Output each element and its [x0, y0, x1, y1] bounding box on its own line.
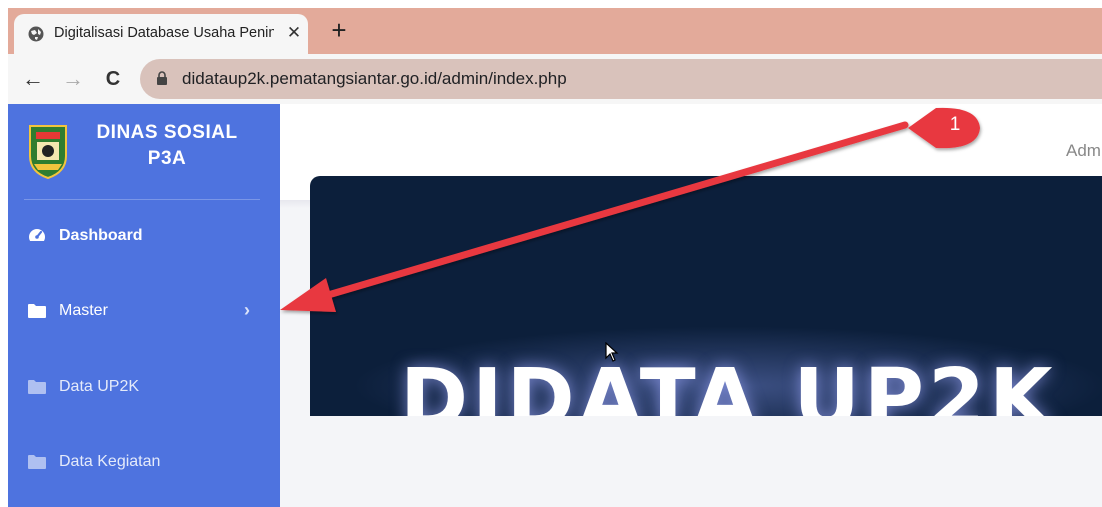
- back-button[interactable]: ←: [18, 64, 48, 94]
- close-tab-icon[interactable]: ✕: [284, 23, 304, 43]
- browser-toolbar: ← → C didataup2k.pematangsiantar.go.id/a…: [8, 54, 1102, 104]
- folder-icon: [28, 380, 46, 394]
- sidebar-item-data-kegiatan[interactable]: Data Kegiatan: [8, 443, 280, 483]
- folder-icon: [28, 455, 46, 469]
- new-tab-button[interactable]: +: [326, 17, 352, 43]
- mouse-cursor-icon: [605, 342, 619, 362]
- browser-tab[interactable]: Digitalisasi Database Usaha Penin ✕: [14, 14, 308, 54]
- city-emblem-logo: [29, 125, 67, 180]
- hero-banner: DIDATA UP2K: [310, 176, 1102, 416]
- sidebar-item-label: Data Kegiatan: [59, 453, 161, 470]
- sidebar-item-dashboard[interactable]: Dashboard: [8, 217, 280, 257]
- sidebar-item-data-up2k[interactable]: Data UP2K: [8, 368, 280, 408]
- address-bar[interactable]: didataup2k.pematangsiantar.go.id/admin/i…: [140, 59, 1102, 99]
- sidebar-item-master[interactable]: Master ›: [8, 292, 280, 332]
- lock-icon: [157, 71, 167, 85]
- chevron-right-icon: ›: [244, 300, 250, 320]
- sidebar-item-label: Master: [59, 302, 108, 319]
- banner-title: DIDATA UP2K: [400, 352, 1057, 416]
- forward-button[interactable]: →: [58, 64, 88, 94]
- sidebar: DINAS SOSIAL P3A Dashboard Master › Data…: [8, 104, 280, 507]
- folder-icon: [28, 304, 46, 318]
- browser-window: Digitalisasi Database Usaha Penin ✕ + ← …: [8, 8, 1102, 507]
- brand-title: DINAS SOSIAL P3A: [82, 120, 252, 172]
- sidebar-item-label: Data UP2K: [59, 378, 140, 395]
- user-name-label[interactable]: Adm: [1066, 141, 1101, 161]
- annotation-marker-number: 1: [949, 114, 961, 135]
- brand-line-1: DINAS SOSIAL: [96, 122, 238, 143]
- sidebar-divider: [24, 199, 260, 200]
- sidebar-item-label: Dashboard: [59, 227, 143, 244]
- tab-title: Digitalisasi Database Usaha Penin: [54, 25, 274, 41]
- brand-line-2: P3A: [147, 148, 187, 169]
- globe-icon: [28, 26, 44, 42]
- tab-strip: Digitalisasi Database Usaha Penin ✕ +: [8, 8, 1102, 54]
- sidebar-brand[interactable]: DINAS SOSIAL P3A: [8, 104, 280, 199]
- url-text: didataup2k.pematangsiantar.go.id/admin/i…: [182, 69, 567, 88]
- reload-button[interactable]: C: [98, 64, 128, 94]
- tachometer-icon: [28, 229, 46, 244]
